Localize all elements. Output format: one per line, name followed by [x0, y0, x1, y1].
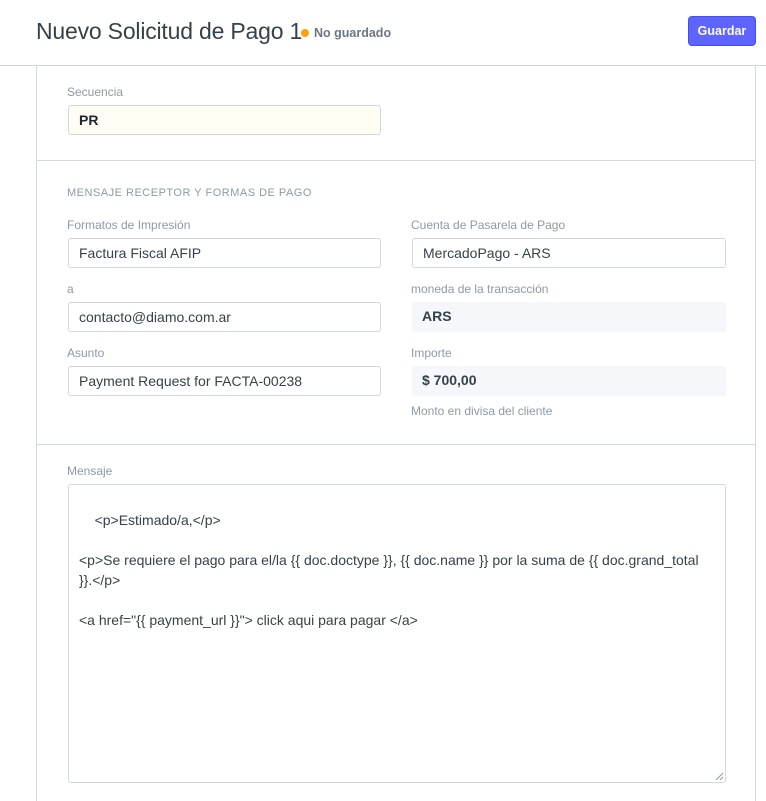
- subject-field[interactable]: Payment Request for FACTA-00238: [68, 366, 381, 396]
- resize-grip-icon[interactable]: [714, 771, 724, 781]
- message-label: Mensaje: [67, 464, 113, 478]
- section-divider: [37, 160, 755, 161]
- subject-label: Asunto: [67, 346, 105, 360]
- print-format-label: Formatos de Impresión: [67, 218, 191, 232]
- message-text: <p>Estimado/a,</p> <p>Se requiere el pag…: [79, 512, 699, 628]
- currency-label: moneda de la transacción: [411, 282, 549, 296]
- message-textarea[interactable]: <p>Estimado/a,</p> <p>Se requiere el pag…: [68, 484, 726, 783]
- currency-value: ARS: [412, 302, 726, 332]
- to-label: a: [67, 282, 74, 296]
- gateway-account-field[interactable]: MercadoPago - ARS: [412, 238, 726, 268]
- sequence-input[interactable]: PR: [68, 105, 381, 135]
- section-heading-receptor: MENSAJE RECEPTOR Y FORMAS DE PAGO: [67, 187, 312, 199]
- amount-value: $ 700,00: [412, 366, 726, 396]
- form-body: Secuencia PR MENSAJE RECEPTOR Y FORMAS D…: [36, 66, 756, 801]
- page-title: Nuevo Solicitud de Pago 1: [36, 18, 303, 44]
- print-format-field[interactable]: Factura Fiscal AFIP: [68, 238, 381, 268]
- amount-label: Importe: [411, 346, 452, 360]
- status-dot-icon: [301, 29, 309, 37]
- section-divider: [37, 444, 755, 445]
- status-text: No guardado: [314, 26, 392, 40]
- gateway-account-label: Cuenta de Pasarela de Pago: [411, 218, 566, 232]
- page-header: Nuevo Solicitud de Pago 1 No guardado Gu…: [0, 0, 766, 66]
- to-email-field[interactable]: contacto@diamo.com.ar: [68, 302, 381, 332]
- sequence-label: Secuencia: [67, 85, 124, 99]
- status-indicator: No guardado: [301, 26, 391, 40]
- amount-help-text: Monto en divisa del cliente: [411, 404, 553, 418]
- save-button[interactable]: Guardar: [688, 16, 756, 46]
